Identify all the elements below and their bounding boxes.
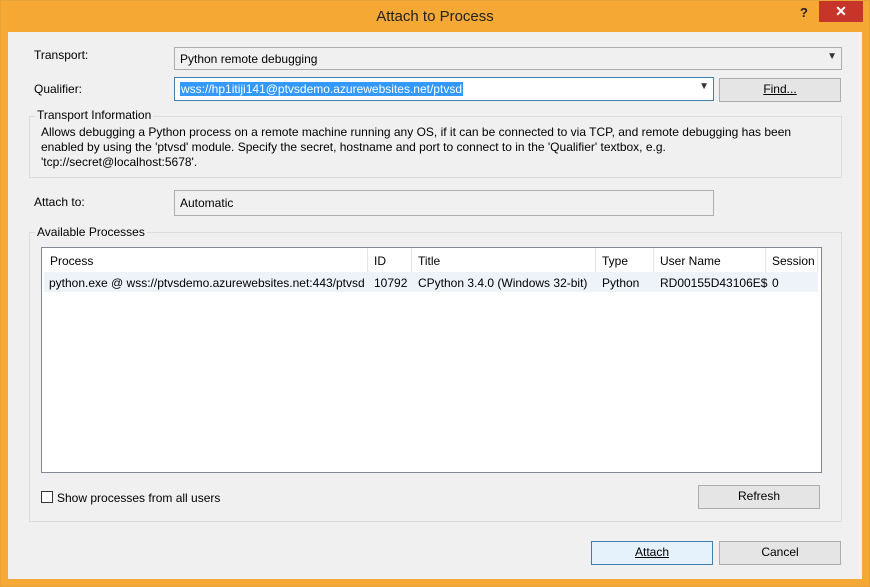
column-header-process[interactable]: Process [44,248,368,272]
find-button[interactable]: Find... [719,78,841,102]
show-all-users-checkbox[interactable] [41,491,53,503]
column-header-title[interactable]: Title [412,248,596,272]
cancel-button-label: Cancel [761,545,799,559]
find-button-label: Find... [763,82,797,96]
attach-to-field: Automatic [174,190,714,216]
qualifier-input[interactable]: wss://hp1itiji141@ptvsdemo.azurewebsites… [180,82,463,96]
close-button[interactable]: ✕ [819,1,863,22]
process-list[interactable]: Process ID Title Type User Name Session … [41,247,822,473]
show-all-users-label[interactable]: Show processes from all users [57,491,220,505]
chevron-down-icon: ▼ [827,51,837,62]
id-cell: 10792 [374,276,408,290]
column-header-type[interactable]: Type [596,248,654,272]
transport-combo[interactable]: Python remote debugging ▼ [174,47,842,70]
refresh-button-label: Refresh [737,489,781,503]
attach-to-label: Attach to: [34,195,85,209]
transport-info-text: Allows debugging a Python process on a r… [41,125,792,169]
refresh-button[interactable]: Refresh [698,485,820,509]
table-row[interactable]: python.exe @ wss://ptvsdemo.azurewebsite… [44,272,818,292]
chevron-down-icon[interactable]: ▼ [699,81,709,92]
transport-label: Transport: [34,48,89,62]
attach-to-value: Automatic [180,196,234,210]
qualifier-label: Qualifier: [34,82,83,96]
user-name-cell: RD00155D43106E$ [660,276,768,290]
type-cell: Python [602,276,640,290]
session-cell: 0 [772,276,779,290]
cancel-button[interactable]: Cancel [719,541,841,565]
transport-value: Python remote debugging [180,52,318,66]
attach-to-process-dialog: Attach to Process ? ✕ Transport: Python … [0,0,870,587]
title-bar[interactable]: Attach to Process ? ✕ [1,1,869,32]
attach-button-label: Attach [634,545,670,559]
dialog-title: Attach to Process [376,8,494,25]
help-button[interactable]: ? [793,5,815,23]
qualifier-combo[interactable]: wss://hp1itiji141@ptvsdemo.azurewebsites… [174,77,714,101]
attach-button[interactable]: Attach [591,541,713,565]
title-cell: CPython 3.4.0 (Windows 32-bit) [418,276,588,290]
column-header-id[interactable]: ID [368,248,412,272]
column-header-user-name[interactable]: User Name [654,248,766,272]
column-header-session[interactable]: Session [766,248,818,272]
dialog-body: Transport: Python remote debugging ▼ Qua… [8,32,862,579]
available-processes-title: Available Processes [35,225,147,239]
transport-info-title: Transport Information [35,108,154,122]
process-cell: python.exe @ wss://ptvsdemo.azurewebsite… [49,276,365,290]
